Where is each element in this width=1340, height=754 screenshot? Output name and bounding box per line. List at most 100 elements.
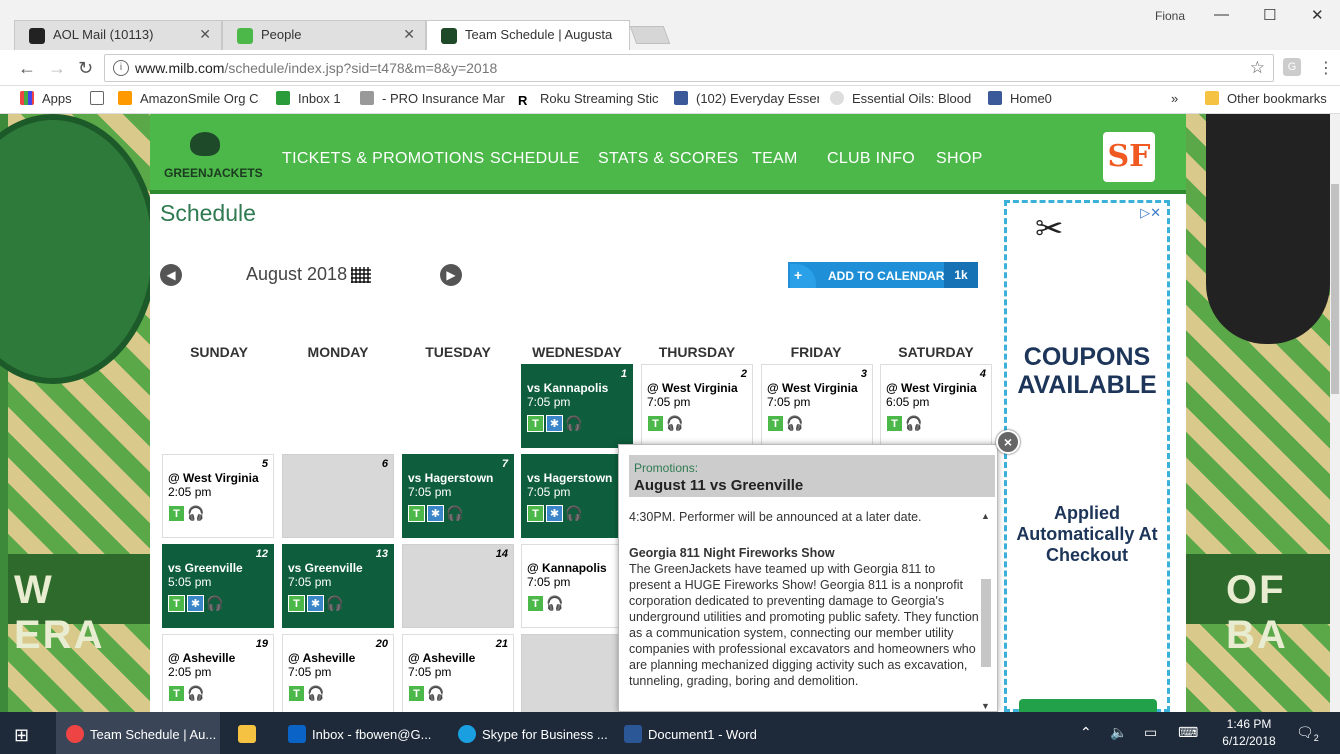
extension-icon[interactable]: G <box>1283 58 1301 76</box>
close-tab-icon[interactable]: ✕ <box>403 26 415 43</box>
calendar-day-cell[interactable]: 7 vs Hagerstown 7:05 pm T ✱ 🎧 <box>402 454 514 538</box>
tickets-icon[interactable]: T <box>168 505 185 522</box>
game-opponent[interactable]: vs Hagerstown <box>527 471 612 485</box>
address-bar[interactable]: i www.milb.com/schedule/index.jsp?sid=t4… <box>104 54 1274 82</box>
popup-body[interactable]: 4:30PM. Performer will be announced at a… <box>629 509 979 709</box>
audio-broadcast-icon[interactable]: 🎧 <box>206 595 223 612</box>
nav-schedule[interactable]: SCHEDULE <box>490 150 580 168</box>
promotion-icon[interactable]: ✱ <box>427 505 444 522</box>
tickets-icon[interactable]: T <box>647 415 664 432</box>
game-opponent[interactable]: @ West Virginia <box>168 471 259 485</box>
game-opponent[interactable]: @ Asheville <box>168 651 235 665</box>
tab-people[interactable]: People ✕ <box>222 20 426 50</box>
bookmark-page[interactable] <box>90 91 112 106</box>
page-scrollbar[interactable] <box>1330 114 1340 712</box>
month-label[interactable]: August 2018 <box>246 264 372 285</box>
close-window-icon[interactable]: ✕ <box>1311 6 1324 24</box>
battery-icon[interactable]: ▭ <box>1144 724 1157 741</box>
audio-broadcast-icon[interactable]: 🎧 <box>546 595 563 612</box>
ad-choices-icon[interactable]: ▷✕ <box>1140 205 1161 221</box>
minimize-icon[interactable]: — <box>1214 6 1229 23</box>
audio-broadcast-icon[interactable]: 🎧 <box>565 505 582 522</box>
taskbar-chrome[interactable]: Team Schedule | Au... <box>56 712 220 754</box>
bookmark-essential-oils[interactable]: Essential Oils: Blood <box>830 91 972 106</box>
game-opponent[interactable]: vs Greenville <box>288 561 363 575</box>
calendar-day-cell[interactable]: 20 @ Asheville 7:05 pm T 🎧 <box>282 634 394 712</box>
start-button[interactable]: ⊞ <box>14 712 29 754</box>
bookmarks-overflow[interactable]: » <box>1171 91 1178 106</box>
scroll-up-icon[interactable]: ▲ <box>981 511 990 521</box>
next-month-button[interactable]: ▶ <box>440 264 462 286</box>
game-opponent[interactable]: @ West Virginia <box>647 381 738 395</box>
nav-team[interactable]: TEAM <box>752 150 798 168</box>
game-opponent[interactable]: @ West Virginia <box>767 381 858 395</box>
calendar-day-cell[interactable]: 3 @ West Virginia 7:05 pm T 🎧 <box>761 364 873 448</box>
forward-icon[interactable]: → <box>48 58 66 79</box>
game-opponent[interactable]: vs Hagerstown <box>408 471 493 485</box>
tab-aol-mail[interactable]: AOL Mail (10113) ✕ <box>14 20 222 50</box>
tickets-icon[interactable]: T <box>288 685 305 702</box>
calendar-day-cell[interactable]: 21 @ Asheville 7:05 pm T 🎧 <box>402 634 514 712</box>
profile-name[interactable]: Fiona <box>1155 9 1185 23</box>
taskbar-outlook[interactable]: Inbox - fbowen@G... <box>282 712 442 754</box>
audio-broadcast-icon[interactable]: 🎧 <box>786 415 803 432</box>
calendar-day-cell[interactable]: 1 vs Kannapolis 7:05 pm T ✱ 🎧 <box>521 364 633 448</box>
prev-month-button[interactable]: ◀ <box>160 264 182 286</box>
calendar-day-cell[interactable]: 14 <box>402 544 514 628</box>
tickets-icon[interactable]: T <box>408 685 425 702</box>
bookmark-inbox[interactable]: Inbox 1 <box>276 91 341 106</box>
other-bookmarks[interactable]: Other bookmarks <box>1205 91 1327 106</box>
taskbar-word[interactable]: Document1 - Word <box>618 712 778 754</box>
calendar-day-cell[interactable]: 12 vs Greenville 5:05 pm T ✱ 🎧 <box>162 544 274 628</box>
tickets-icon[interactable]: T <box>767 415 784 432</box>
audio-broadcast-icon[interactable]: 🎧 <box>326 595 343 612</box>
bookmark-star-icon[interactable]: ☆ <box>1250 58 1265 78</box>
calendar-day-cell[interactable]: @ Kannapolis 7:05 pm T 🎧 <box>521 544 633 628</box>
tab-team-schedule[interactable]: Team Schedule | Augusta <box>426 20 630 50</box>
bookmark-amazonsmile[interactable]: AmazonSmile Org C <box>118 91 263 106</box>
calendar-day-cell[interactable]: 6 <box>282 454 394 538</box>
promotion-icon[interactable]: ✱ <box>307 595 324 612</box>
show-hidden-icons[interactable]: ⌃ <box>1080 724 1092 741</box>
url-text[interactable]: www.milb.com/schedule/index.jsp?sid=t478… <box>135 60 497 76</box>
popup-close-button[interactable]: × <box>996 430 1020 454</box>
tickets-icon[interactable]: T <box>886 415 903 432</box>
bookmark-pro-insurance[interactable]: - PRO Insurance Mar <box>360 91 505 106</box>
calendar-day-cell[interactable]: 4 @ West Virginia 6:05 pm T 🎧 <box>880 364 992 448</box>
tickets-icon[interactable]: T <box>527 595 544 612</box>
giants-affiliate-logo[interactable]: SF <box>1103 132 1155 182</box>
audio-broadcast-icon[interactable]: 🎧 <box>666 415 683 432</box>
new-tab-button[interactable] <box>629 26 671 44</box>
game-opponent[interactable]: @ Kannapolis <box>527 561 607 575</box>
audio-broadcast-icon[interactable]: 🎧 <box>187 505 204 522</box>
scroll-down-icon[interactable]: ▼ <box>981 701 990 711</box>
coupon-ad[interactable]: ✂ ▷✕ COUPONS AVAILABLE Applied Automatic… <box>1004 200 1170 712</box>
greenjackets-logo[interactable]: GREENJACKETS <box>164 132 263 184</box>
audio-broadcast-icon[interactable]: 🎧 <box>307 685 324 702</box>
audio-broadcast-icon[interactable]: 🎧 <box>905 415 922 432</box>
audio-broadcast-icon[interactable]: 🎧 <box>187 685 204 702</box>
add-to-calendar-button[interactable]: + ADD TO CALENDAR 1k <box>788 262 978 288</box>
tickets-icon[interactable]: T <box>527 415 544 432</box>
taskbar-skype[interactable]: Skype for Business ... <box>452 712 612 754</box>
popup-scroll-thumb[interactable] <box>981 579 991 667</box>
calendar-day-cell[interactable]: 13 vs Greenville 7:05 pm T ✱ 🎧 <box>282 544 394 628</box>
game-opponent[interactable]: @ Asheville <box>288 651 355 665</box>
audio-broadcast-icon[interactable]: 🎧 <box>427 685 444 702</box>
nav-stats-scores[interactable]: STATS & SCORES <box>598 150 739 168</box>
calendar-grid-icon[interactable] <box>351 267 372 283</box>
calendar-day-cell[interactable]: vs Hagerstown 7:05 pm T ✱ 🎧 <box>521 454 633 538</box>
reload-icon[interactable]: ↻ <box>78 58 93 79</box>
promotion-icon[interactable]: ✱ <box>187 595 204 612</box>
taskbar-file-explorer[interactable] <box>230 712 270 754</box>
back-icon[interactable]: ← <box>18 58 36 79</box>
calendar-day-cell[interactable]: 19 @ Asheville 2:05 pm T 🎧 <box>162 634 274 712</box>
calendar-day-cell[interactable] <box>521 634 633 712</box>
popup-scrollbar[interactable]: ▲ ▼ <box>979 509 993 712</box>
info-icon[interactable]: i <box>113 60 129 76</box>
audio-broadcast-icon[interactable]: 🎧 <box>446 505 463 522</box>
notifications-icon[interactable]: 🗨2 <box>1296 724 1319 743</box>
close-tab-icon[interactable]: ✕ <box>199 26 211 43</box>
keyboard-icon[interactable]: ⌨ <box>1178 724 1198 741</box>
bookmark-home0[interactable]: Home0 <box>988 91 1052 106</box>
